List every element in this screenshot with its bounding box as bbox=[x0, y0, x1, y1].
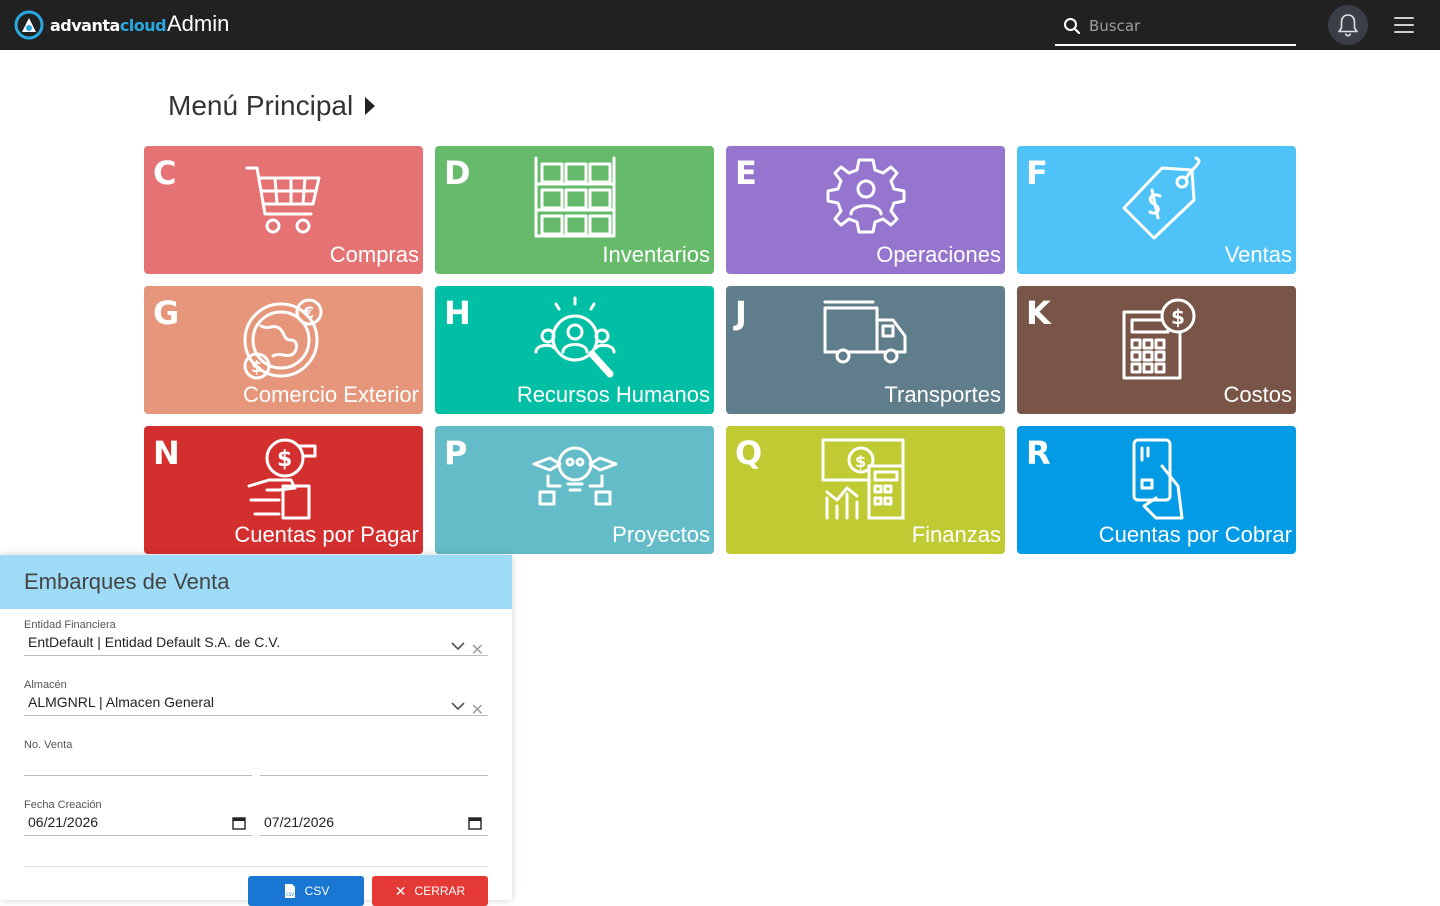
tile-label: Comercio Exterior bbox=[242, 382, 419, 407]
module-tile-inventarios[interactable]: D Inventarios bbox=[435, 146, 714, 274]
svg-text:$: $ bbox=[855, 452, 866, 471]
finance-chart-icon: $ bbox=[821, 436, 911, 522]
tile-letter: J bbox=[735, 294, 747, 332]
search-icon bbox=[1064, 18, 1081, 35]
fecha-to-value: 07/21/2026 bbox=[264, 814, 335, 830]
svg-text:$: $ bbox=[251, 357, 262, 376]
notifications-button[interactable] bbox=[1328, 5, 1368, 45]
tile-label: Proyectos bbox=[612, 522, 710, 547]
tile-letter: P bbox=[444, 434, 468, 472]
csv-label: CSV bbox=[304, 884, 330, 898]
module-tile-cuentas-por-cobrar[interactable]: R Cuentas por Cobrar bbox=[1017, 426, 1296, 554]
tile-letter: D bbox=[444, 154, 471, 192]
file-csv-icon: CSV bbox=[284, 884, 295, 898]
csv-button[interactable]: CSV CSV bbox=[248, 876, 364, 906]
fecha-to-input[interactable]: 07/21/2026 bbox=[260, 799, 488, 839]
embarques-panel: Embarques de Venta Entidad Financiera En… bbox=[0, 555, 512, 906]
fecha-from-value: 06/21/2026 bbox=[28, 814, 99, 830]
tile-letter: E bbox=[735, 154, 757, 192]
card-hand-icon bbox=[1112, 436, 1202, 522]
tile-letter: Q bbox=[735, 434, 763, 472]
tile-letter: F bbox=[1026, 154, 1048, 192]
venta-to-input[interactable] bbox=[260, 739, 488, 779]
shopping-cart-icon bbox=[239, 156, 329, 242]
page-title[interactable]: Menú Principal bbox=[168, 90, 376, 122]
advanta-logo-icon bbox=[14, 10, 44, 40]
clear-icon[interactable]: ✕ bbox=[471, 640, 484, 659]
entidad-select[interactable]: Entidad Financiera EntDefault | Entidad … bbox=[24, 619, 488, 659]
module-tile-proyectos[interactable]: P Proyectos bbox=[435, 426, 714, 554]
app-title: Admin bbox=[167, 11, 230, 36]
chevron-down-icon[interactable] bbox=[450, 641, 466, 651]
fecha-from-input[interactable]: 06/21/2026 bbox=[24, 799, 252, 839]
svg-text:$: $ bbox=[1171, 305, 1185, 329]
people-search-icon bbox=[530, 296, 620, 382]
module-tile-compras[interactable]: C Compras bbox=[144, 146, 423, 274]
caret-right-icon bbox=[365, 97, 376, 115]
venta-from-input[interactable] bbox=[24, 739, 252, 779]
module-tile-comercio-exterior[interactable]: G € $ Comercio Exterior bbox=[144, 286, 423, 414]
logo-text: advantacloud bbox=[50, 15, 167, 35]
tile-label: Cuentas por Cobrar bbox=[1098, 522, 1292, 547]
close-button[interactable]: ✕ CERRAR bbox=[372, 876, 488, 906]
svg-text:$: $ bbox=[277, 447, 292, 472]
module-tile-recursos-humanos[interactable]: H Recursos Humanos bbox=[435, 286, 714, 414]
top-bar: advantacloud Admin bbox=[0, 0, 1440, 50]
hand-payment-icon: $ bbox=[239, 436, 329, 522]
tile-letter: R bbox=[1026, 434, 1051, 472]
panel-divider bbox=[24, 866, 488, 867]
tile-letter: C bbox=[153, 154, 177, 192]
almacen-label: Almacén bbox=[24, 679, 67, 691]
almacen-value: ALMGNRL | Almacen General bbox=[28, 694, 214, 710]
idea-bulb-icon bbox=[530, 436, 620, 522]
close-icon: ✕ bbox=[394, 882, 407, 899]
tile-label: Cuentas por Pagar bbox=[234, 522, 419, 547]
page-title-text: Menú Principal bbox=[168, 90, 354, 121]
globe-currency-icon: € $ bbox=[239, 296, 329, 382]
module-tile-transportes[interactable]: J Transportes bbox=[726, 286, 1005, 414]
module-tile-costos[interactable]: K $ Costos bbox=[1017, 286, 1296, 414]
tile-letter: H bbox=[444, 294, 471, 332]
app-logo[interactable]: advantacloud bbox=[14, 10, 167, 40]
tile-letter: G bbox=[153, 294, 180, 332]
entidad-label: Entidad Financiera bbox=[24, 619, 116, 631]
tile-letter: N bbox=[153, 434, 180, 472]
module-tile-cuentas-por-pagar[interactable]: N $ Cuentas por Pagar bbox=[144, 426, 423, 554]
gear-person-icon bbox=[821, 156, 911, 242]
hamburger-menu-icon[interactable] bbox=[1394, 17, 1414, 33]
calculator-coin-icon: $ bbox=[1112, 296, 1202, 382]
tile-label: Inventarios bbox=[602, 242, 710, 267]
entidad-value: EntDefault | Entidad Default S.A. de C.V… bbox=[28, 634, 281, 650]
svg-text:CSV: CSV bbox=[286, 892, 294, 897]
tile-label: Transportes bbox=[884, 382, 1001, 407]
close-label: CERRAR bbox=[414, 884, 466, 898]
tile-label: Finanzas bbox=[911, 522, 1001, 547]
tile-letter: K bbox=[1026, 294, 1051, 332]
tile-label: Compras bbox=[329, 242, 419, 267]
svg-text:€: € bbox=[302, 303, 314, 322]
tile-label: Recursos Humanos bbox=[516, 382, 710, 407]
calendar-icon[interactable] bbox=[232, 816, 246, 830]
tile-label: Costos bbox=[1223, 382, 1292, 407]
search-input[interactable] bbox=[1089, 17, 1289, 35]
bell-icon bbox=[1338, 14, 1358, 37]
clear-icon[interactable]: ✕ bbox=[471, 700, 484, 719]
module-tile-operaciones[interactable]: E Operaciones bbox=[726, 146, 1005, 274]
price-tag-icon bbox=[1112, 156, 1202, 242]
tile-label: Operaciones bbox=[876, 242, 1001, 267]
panel-title: Embarques de Venta bbox=[0, 555, 512, 609]
almacen-select[interactable]: Almacén ALMGNRL | Almacen General ✕ bbox=[24, 679, 488, 719]
chevron-down-icon[interactable] bbox=[450, 701, 466, 711]
truck-icon bbox=[821, 296, 911, 382]
calendar-icon[interactable] bbox=[468, 816, 482, 830]
module-tile-ventas[interactable]: F Ventas bbox=[1017, 146, 1296, 274]
tile-label: Ventas bbox=[1224, 242, 1292, 267]
search-box[interactable] bbox=[1055, 8, 1296, 46]
module-tile-finanzas[interactable]: Q $ Finanzas bbox=[726, 426, 1005, 554]
warehouse-boxes-icon bbox=[530, 156, 620, 242]
